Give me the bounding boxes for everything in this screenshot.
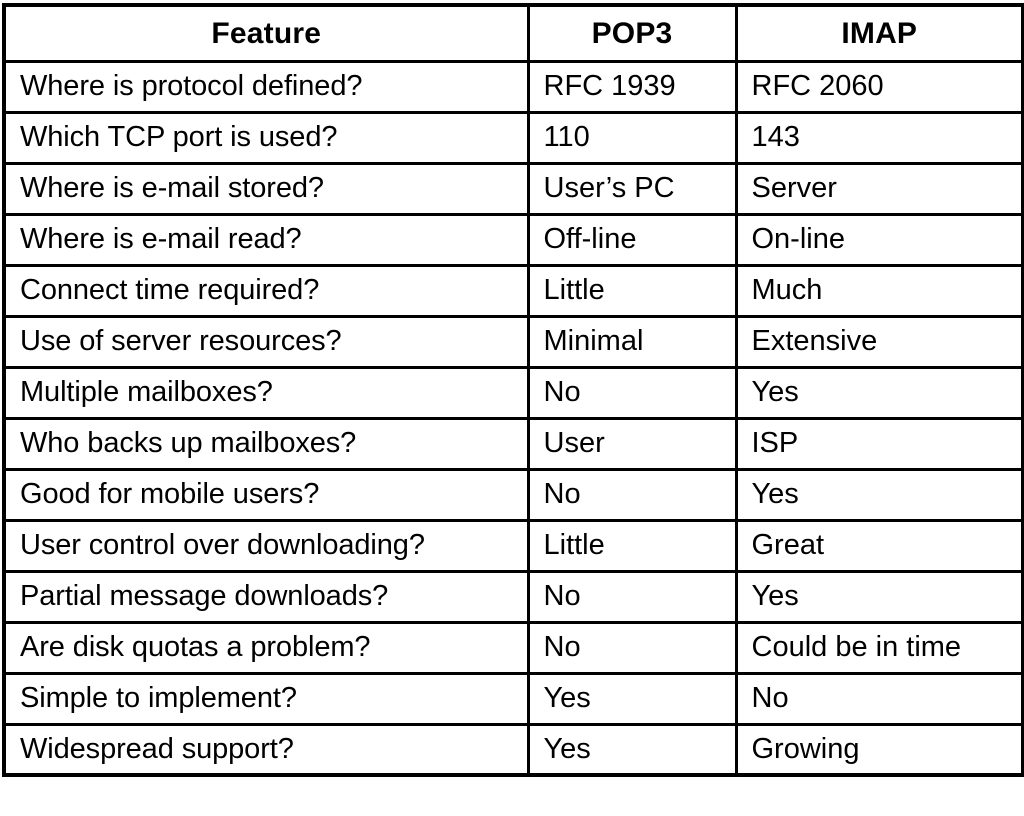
cell-pop3: No [526, 467, 738, 522]
cell-pop3: Yes [526, 722, 738, 777]
cell-imap: RFC 2060 [734, 59, 1024, 114]
cell-imap: 143 [734, 110, 1024, 165]
cell-feature: Who backs up mailboxes? [2, 416, 530, 471]
cell-feature: Where is e-mail read? [2, 212, 530, 267]
cell-feature: User control over downloading? [2, 518, 530, 573]
pop3-imap-comparison-table: Feature POP3 IMAP Where is protocol defi… [2, 3, 1024, 777]
cell-imap: Server [734, 161, 1024, 216]
table-row: Which TCP port is used? 110 143 [2, 110, 1024, 165]
cell-imap: Much [734, 263, 1024, 318]
cell-feature: Connect time required? [2, 263, 530, 318]
table-row: Simple to implement? Yes No [2, 671, 1024, 726]
cell-pop3: Little [526, 518, 738, 573]
table-row: Multiple mailboxes? No Yes [2, 365, 1024, 420]
header-row: Feature POP3 IMAP [2, 3, 1024, 63]
cell-feature: Partial message downloads? [2, 569, 530, 624]
cell-feature: Good for mobile users? [2, 467, 530, 522]
table-header: Feature POP3 IMAP [2, 3, 1024, 63]
cell-pop3: No [526, 569, 738, 624]
cell-imap: ISP [734, 416, 1024, 471]
table-row: Are disk quotas a problem? No Could be in … [2, 620, 1024, 675]
table-row: Good for mobile users? No Yes [2, 467, 1024, 522]
page-canvas: Feature POP3 IMAP Where is protocol defi… [0, 0, 1024, 816]
cell-imap: Growing [734, 722, 1024, 777]
table-row: Where is e-mail stored? User’s PC Server [2, 161, 1024, 216]
cell-pop3: Minimal [526, 314, 738, 369]
cell-feature: Where is protocol defined? [2, 59, 530, 114]
cell-feature: Where is e-mail stored? [2, 161, 530, 216]
cell-feature: Use of server resources? [2, 314, 530, 369]
cell-feature: Multiple mailboxes? [2, 365, 530, 420]
column-header-pop3: POP3 [526, 3, 738, 63]
table-row: Where is protocol defined? RFC 1939 RFC 20… [2, 59, 1024, 114]
table-row: User control over downloading? Little Grea… [2, 518, 1024, 573]
cell-imap: Great [734, 518, 1024, 573]
cell-pop3: Yes [526, 671, 738, 726]
cell-feature: Simple to implement? [2, 671, 530, 726]
cell-pop3: Little [526, 263, 738, 318]
cell-pop3: No [526, 365, 738, 420]
cell-pop3: User’s PC [526, 161, 738, 216]
table-row: Connect time required? Little Much [2, 263, 1024, 318]
cell-feature: Widespread support? [2, 722, 530, 777]
cell-pop3: User [526, 416, 738, 471]
cell-feature: Which TCP port is used? [2, 110, 530, 165]
cell-imap: Extensive [734, 314, 1024, 369]
cell-pop3: Off-line [526, 212, 738, 267]
cell-imap: On-line [734, 212, 1024, 267]
table-row: Who backs up mailboxes? User ISP [2, 416, 1024, 471]
cell-imap: Yes [734, 467, 1024, 522]
table-row: Use of server resources? Minimal Extensive [2, 314, 1024, 369]
table-row: Where is e-mail read? Off-line On-line [2, 212, 1024, 267]
cell-imap: Could be in time [734, 620, 1024, 675]
cell-feature: Are disk quotas a problem? [2, 620, 530, 675]
cell-pop3: 110 [526, 110, 738, 165]
table-row: Widespread support? Yes Growing [2, 722, 1024, 777]
cell-pop3: No [526, 620, 738, 675]
cell-pop3: RFC 1939 [526, 59, 738, 114]
cell-imap: No [734, 671, 1024, 726]
cell-imap: Yes [734, 569, 1024, 624]
column-header-feature: Feature [2, 3, 530, 63]
cell-imap: Yes [734, 365, 1024, 420]
table-body: Where is protocol defined? RFC 1939 RFC 20… [2, 59, 1024, 777]
column-header-imap: IMAP [734, 3, 1024, 63]
table-row: Partial message downloads? No Yes [2, 569, 1024, 624]
